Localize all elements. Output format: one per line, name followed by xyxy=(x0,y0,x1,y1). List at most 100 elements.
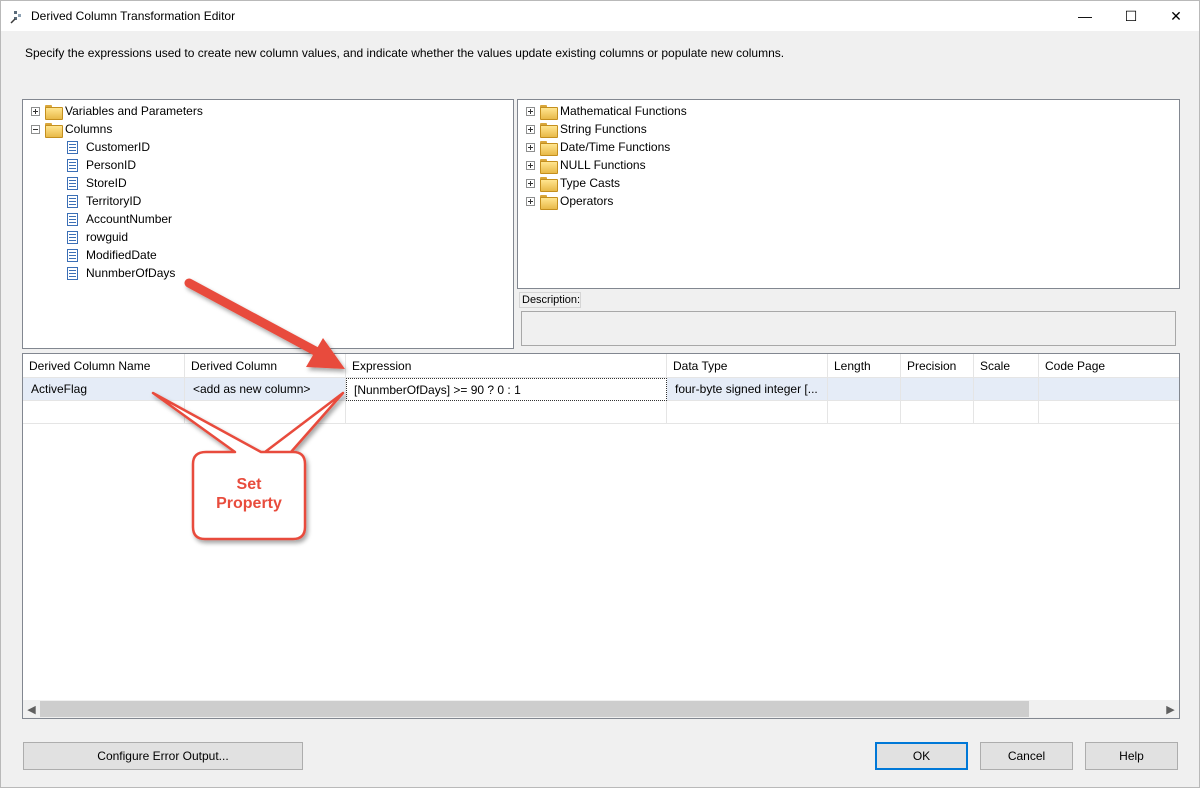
empty-cell[interactable] xyxy=(185,401,346,424)
title-bar[interactable]: Derived Column Transformation Editor — ☐… xyxy=(1,1,1199,31)
folder-icon xyxy=(540,104,558,120)
tree-item-null-functions[interactable]: NULL Functions xyxy=(526,156,646,174)
scale-cell[interactable] xyxy=(974,378,1039,401)
close-button[interactable]: ✕ xyxy=(1153,1,1199,31)
configure-error-output-button[interactable]: Configure Error Output... xyxy=(23,742,303,770)
expand-icon[interactable] xyxy=(526,106,535,116)
column-header[interactable]: Precision xyxy=(901,354,974,378)
collapse-icon[interactable] xyxy=(31,124,40,134)
cancel-button[interactable]: Cancel xyxy=(980,742,1073,770)
callout-line: Set xyxy=(236,476,262,493)
column-icon xyxy=(67,158,78,172)
callout-text: Set Property xyxy=(197,475,301,513)
expand-icon[interactable] xyxy=(526,178,535,188)
expand-icon[interactable] xyxy=(31,106,40,116)
scroll-left-icon[interactable]: ◀ xyxy=(23,700,40,718)
tree-item-label: Type Casts xyxy=(560,176,621,190)
tree-item-column[interactable]: StoreID xyxy=(67,174,127,192)
tree-item-label: Mathematical Functions xyxy=(560,104,687,118)
expand-icon[interactable] xyxy=(526,124,535,134)
column-header[interactable]: Code Page xyxy=(1039,354,1179,378)
tree-item-column[interactable]: ModifiedDate xyxy=(67,246,157,264)
folder-icon xyxy=(45,122,63,138)
code-page-cell[interactable] xyxy=(1039,378,1179,401)
tree-item-variables[interactable]: Variables and Parameters xyxy=(31,102,203,120)
tree-item-label: String Functions xyxy=(560,122,647,136)
empty-cell[interactable] xyxy=(23,401,185,424)
column-header[interactable]: Expression xyxy=(346,354,667,378)
column-header[interactable]: Length xyxy=(828,354,901,378)
window-title: Derived Column Transformation Editor xyxy=(31,9,236,23)
intro-text: Specify the expressions used to create n… xyxy=(25,46,785,60)
tree-item-columns[interactable]: Columns xyxy=(31,120,112,138)
column-icon xyxy=(67,212,78,226)
description-label: Description: xyxy=(519,292,581,308)
derived-columns-grid[interactable]: Derived Column Name Derived Column Expre… xyxy=(22,353,1180,719)
help-button[interactable]: Help xyxy=(1085,742,1178,770)
folder-icon xyxy=(540,176,558,192)
tree-item-operators[interactable]: Operators xyxy=(526,192,613,210)
columns-tree-panel[interactable]: Variables and Parameters Columns Custome… xyxy=(22,99,514,349)
tree-item-datetime-functions[interactable]: Date/Time Functions xyxy=(526,138,670,156)
tree-item-column[interactable]: PersonID xyxy=(67,156,136,174)
column-label: AccountNumber xyxy=(86,212,173,226)
maximize-button[interactable]: ☐ xyxy=(1108,1,1154,31)
empty-cell[interactable] xyxy=(1039,401,1179,424)
column-label: StoreID xyxy=(86,176,127,190)
derived-column-name-cell[interactable]: ActiveFlag xyxy=(23,378,185,401)
length-cell[interactable] xyxy=(828,378,901,401)
tree-item-column[interactable]: TerritoryID xyxy=(67,192,141,210)
column-label: NunmberOfDays xyxy=(86,266,176,280)
data-type-cell[interactable]: four-byte signed integer [... xyxy=(667,378,828,401)
folder-icon xyxy=(540,158,558,174)
column-label: ModifiedDate xyxy=(86,248,157,262)
derived-column-cell[interactable]: <add as new column> xyxy=(185,378,346,401)
tree-item-label: Date/Time Functions xyxy=(560,140,671,154)
tree-item-string-functions[interactable]: String Functions xyxy=(526,120,647,138)
empty-cell[interactable] xyxy=(974,401,1039,424)
column-header[interactable]: Derived Column Name xyxy=(23,354,185,378)
minimize-button[interactable]: — xyxy=(1062,1,1108,31)
tree-item-label: NULL Functions xyxy=(560,158,646,172)
folder-icon xyxy=(45,104,63,120)
tree-item-math-functions[interactable]: Mathematical Functions xyxy=(526,102,687,120)
tree-item-column[interactable]: rowguid xyxy=(67,228,128,246)
callout-line: Property xyxy=(216,495,282,512)
scroll-thumb[interactable] xyxy=(40,701,1029,717)
grid-header: Derived Column Name Derived Column Expre… xyxy=(23,354,1179,378)
expand-icon[interactable] xyxy=(526,142,535,152)
table-row-empty[interactable] xyxy=(23,401,1179,424)
column-header[interactable]: Scale xyxy=(974,354,1039,378)
column-label: TerritoryID xyxy=(86,194,142,208)
column-icon xyxy=(67,194,78,208)
functions-tree-panel[interactable]: Mathematical Functions String Functions … xyxy=(517,99,1180,289)
column-icon xyxy=(67,140,78,154)
horizontal-scrollbar[interactable]: ◀ ▶ xyxy=(23,700,1179,718)
tree-item-label: Operators xyxy=(560,194,614,208)
column-icon xyxy=(67,266,78,280)
column-icon xyxy=(67,230,78,244)
expand-icon[interactable] xyxy=(526,196,535,206)
app-icon xyxy=(10,11,21,24)
ok-button[interactable]: OK xyxy=(875,742,968,770)
description-box xyxy=(521,311,1176,346)
column-label: PersonID xyxy=(86,158,137,172)
column-header[interactable]: Data Type xyxy=(667,354,828,378)
tree-item-column[interactable]: NunmberOfDays xyxy=(67,264,175,282)
precision-cell[interactable] xyxy=(901,378,974,401)
expression-cell[interactable]: [NunmberOfDays] >= 90 ? 0 : 1 xyxy=(346,378,667,401)
column-label: rowguid xyxy=(86,230,129,244)
tree-item-column[interactable]: AccountNumber xyxy=(67,210,172,228)
empty-cell[interactable] xyxy=(828,401,901,424)
scroll-right-icon[interactable]: ▶ xyxy=(1162,700,1179,718)
tree-item-column[interactable]: CustomerID xyxy=(67,138,150,156)
empty-cell[interactable] xyxy=(346,401,667,424)
folder-icon xyxy=(540,122,558,138)
expand-icon[interactable] xyxy=(526,160,535,170)
table-row[interactable]: ActiveFlag <add as new column> [NunmberO… xyxy=(23,378,1179,401)
column-header[interactable]: Derived Column xyxy=(185,354,346,378)
folder-icon xyxy=(540,194,558,210)
tree-item-type-casts[interactable]: Type Casts xyxy=(526,174,620,192)
empty-cell[interactable] xyxy=(667,401,828,424)
empty-cell[interactable] xyxy=(901,401,974,424)
